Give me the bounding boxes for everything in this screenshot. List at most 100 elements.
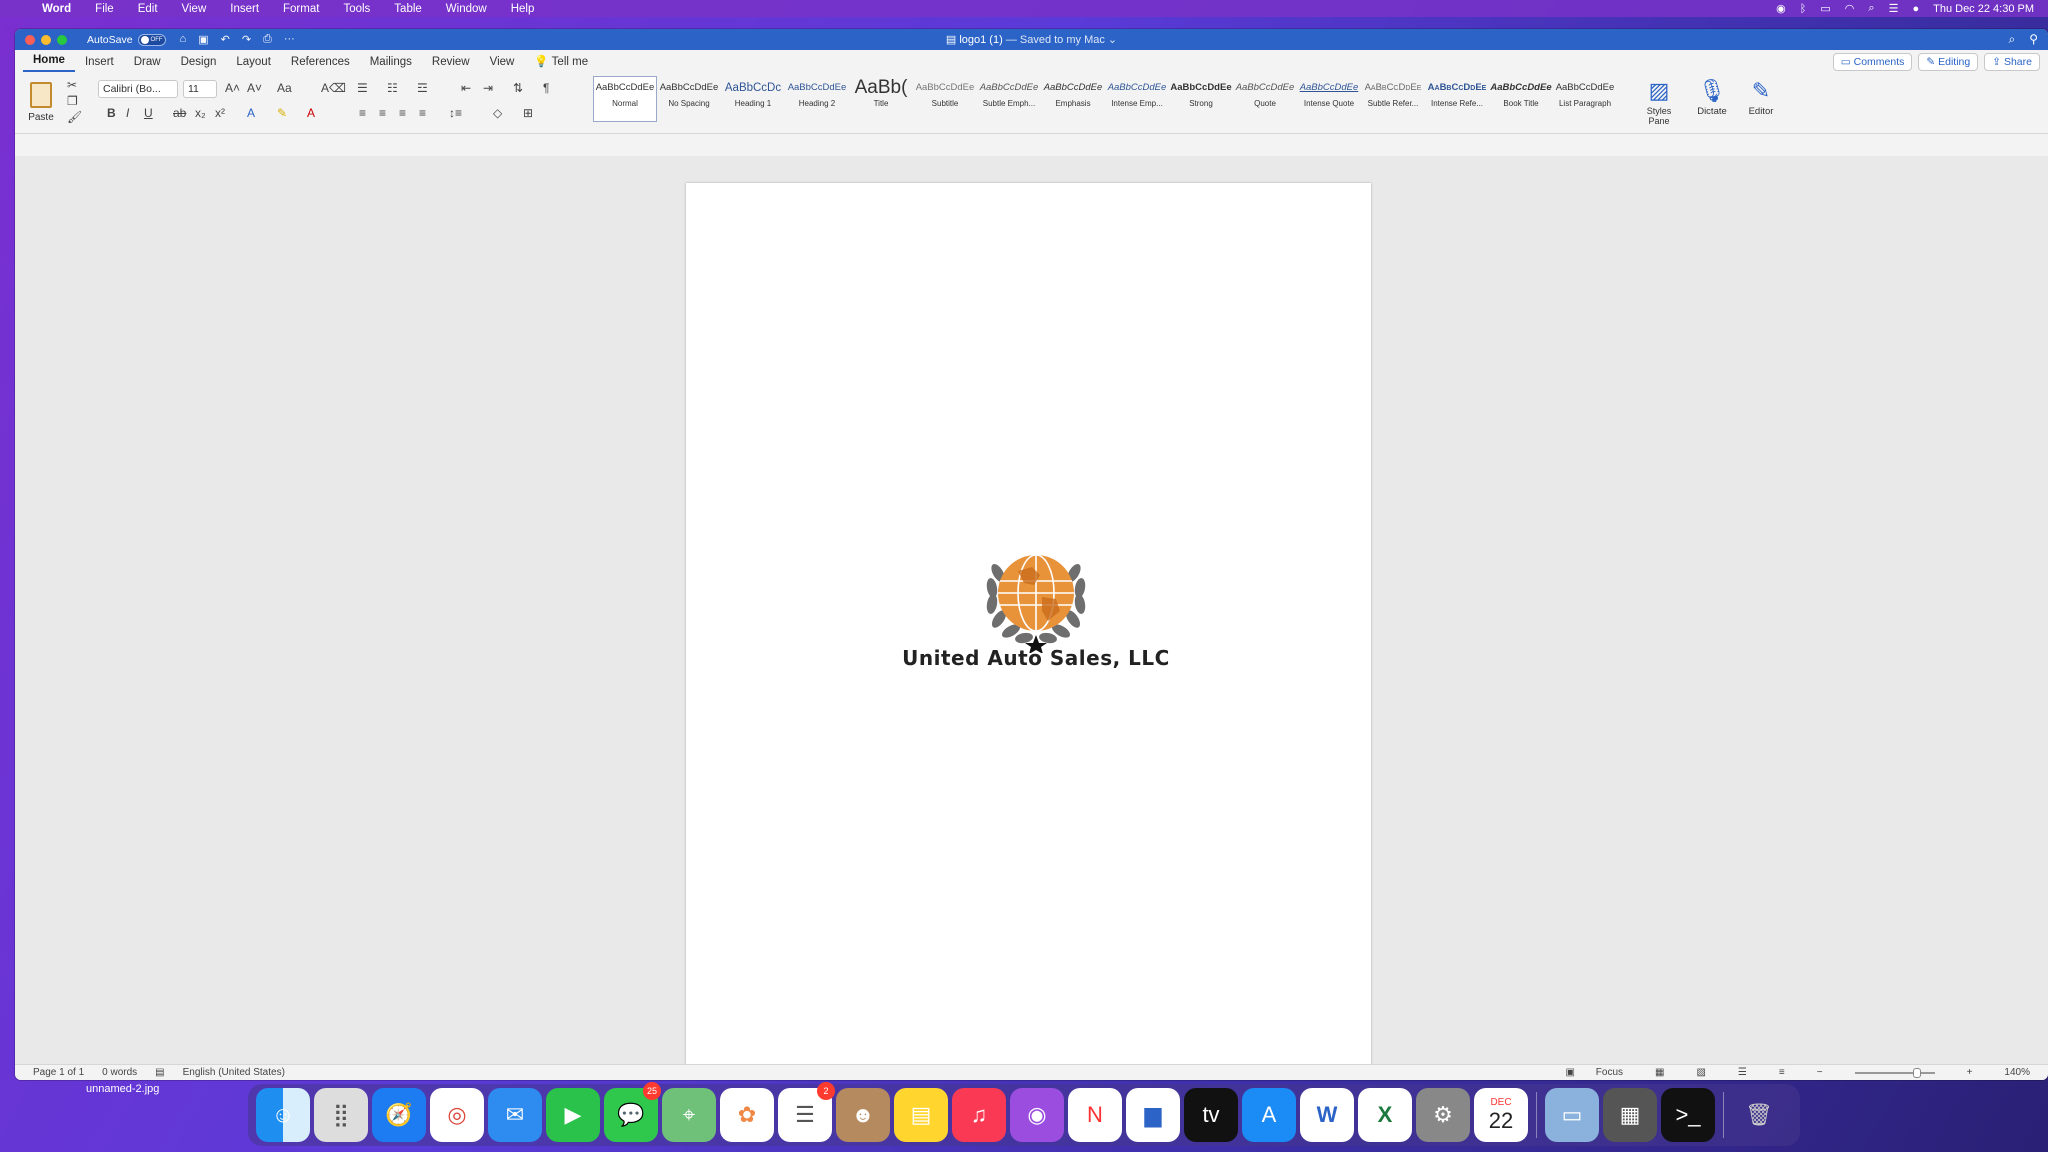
align-center-icon[interactable]: ≡ <box>379 106 386 120</box>
superscript-icon[interactable]: x² <box>215 106 225 120</box>
draft-view-icon[interactable]: ≡ <box>1779 1067 1785 1078</box>
zoom-level[interactable]: 140% <box>2004 1067 2030 1078</box>
tab-insert[interactable]: Insert <box>75 56 124 72</box>
comments-button[interactable]: ▭ Comments <box>1832 53 1913 71</box>
redo-icon[interactable]: ↷ <box>242 33 251 46</box>
focus-button[interactable]: ▣ Focus <box>1548 1067 1623 1078</box>
notes-icon[interactable]: ▤ <box>894 1088 948 1142</box>
decrease-indent-icon[interactable]: ⇤ <box>461 81 471 95</box>
control-center-icon[interactable]: ☰ <box>1889 2 1899 15</box>
highlight-icon[interactable]: ✎ <box>277 106 287 120</box>
shrink-font-icon[interactable]: A˅ <box>247 81 262 95</box>
style-normal[interactable]: AaBbCcDdEe Normal <box>593 76 657 122</box>
preview-icon[interactable]: ▭ <box>1545 1088 1599 1142</box>
justify-icon[interactable]: ≡ <box>419 106 426 120</box>
menu-file[interactable]: File <box>83 3 126 15</box>
word-count[interactable]: 0 words <box>102 1067 137 1078</box>
align-left-icon[interactable]: ≡ <box>359 106 366 120</box>
style-emphasis[interactable]: AaBbCcDdEe Emphasis <box>1041 76 1105 122</box>
news-icon[interactable]: N <box>1068 1088 1122 1142</box>
finder-icon[interactable]: ☺ <box>256 1088 310 1142</box>
outline-view-icon[interactable]: ☰ <box>1738 1067 1747 1078</box>
align-right-icon[interactable]: ≡ <box>399 106 406 120</box>
calculator-icon[interactable]: ▦ <box>1603 1088 1657 1142</box>
style-subtle-emphasis[interactable]: AaBbCcDdEe Subtle Emph... <box>977 76 1041 122</box>
zoom-out-icon[interactable]: − <box>1817 1067 1823 1078</box>
bold-icon[interactable]: B <box>107 106 116 120</box>
tab-home[interactable]: Home <box>23 54 75 72</box>
style-subtle-reference[interactable]: AaBbCcDdEe Subtle Refer... <box>1361 76 1425 122</box>
system-settings-icon[interactable]: ⚙ <box>1416 1088 1470 1142</box>
tab-view[interactable]: View <box>480 56 525 72</box>
save-icon[interactable]: ▣ <box>198 33 208 46</box>
tab-references[interactable]: References <box>281 56 360 72</box>
menu-app-name[interactable]: Word <box>34 3 83 15</box>
tab-mailings[interactable]: Mailings <box>360 56 422 72</box>
text-effects-icon[interactable]: A <box>247 106 255 120</box>
menu-format[interactable]: Format <box>271 3 331 15</box>
zoom-button[interactable] <box>57 34 67 45</box>
style-book-title[interactable]: AaBbCcDdEe Book Title <box>1489 76 1553 122</box>
style-title[interactable]: AaBb(Title <box>849 76 913 122</box>
safari-icon[interactable]: 🧭 <box>372 1088 426 1142</box>
bluetooth-icon[interactable]: ᛒ <box>1800 3 1807 15</box>
chrome-icon[interactable]: ◎ <box>430 1088 484 1142</box>
wifi-icon[interactable]: ◠ <box>1845 2 1855 15</box>
photos-icon[interactable]: ✿ <box>720 1088 774 1142</box>
bullets-icon[interactable]: ☰ <box>357 81 368 95</box>
clear-format-icon[interactable]: A⌫ <box>321 81 346 95</box>
print-icon[interactable]: ⎙ <box>263 33 272 46</box>
menu-window[interactable]: Window <box>434 3 499 15</box>
home-icon[interactable]: ⌂ <box>180 33 187 46</box>
search-icon[interactable]: ⌕ <box>2008 32 2015 47</box>
tab-draw[interactable]: Draw <box>124 56 171 72</box>
reminders-icon[interactable]: ☰ 2 <box>778 1082 835 1142</box>
screen-record-icon[interactable]: ◉ <box>1776 2 1786 15</box>
tab-review[interactable]: Review <box>422 56 480 72</box>
zoom-in-icon[interactable]: + <box>1967 1067 1973 1078</box>
line-spacing-icon[interactable]: ↕≡ <box>449 106 462 120</box>
web-layout-icon[interactable]: ▧ <box>1696 1067 1705 1078</box>
proofing-icon[interactable]: ▤ <box>155 1067 164 1078</box>
menu-view[interactable]: View <box>170 3 219 15</box>
font-size-select[interactable]: 11 <box>183 80 217 98</box>
tab-layout[interactable]: Layout <box>226 56 281 72</box>
italic-icon[interactable]: I <box>126 106 129 120</box>
tell-me[interactable]: 💡 Tell me <box>524 54 598 72</box>
change-case-icon[interactable]: Aa <box>277 81 292 95</box>
style-subtitle[interactable]: AaBbCcDdEe Subtitle <box>913 76 977 122</box>
paste-button[interactable]: Paste <box>23 76 59 123</box>
copy-icon[interactable]: ❐ <box>67 94 78 108</box>
menu-insert[interactable]: Insert <box>218 3 271 15</box>
style-quote[interactable]: AaBbCcDdEe Quote <box>1233 76 1297 122</box>
facetime-icon[interactable]: ▶ <box>546 1088 600 1142</box>
keyboard-icon[interactable]: ▭ <box>1820 2 1830 15</box>
menu-edit[interactable]: Edit <box>126 3 170 15</box>
grow-font-icon[interactable]: A˄ <box>225 81 240 95</box>
style-list-paragraph[interactable]: AaBbCcDdEe List Paragraph <box>1553 76 1617 122</box>
siri-icon[interactable]: ● <box>1912 3 1919 15</box>
autosave-toggle[interactable]: OFF <box>137 33 166 46</box>
document-page[interactable]: United Auto Sales, LLC <box>686 183 1371 1071</box>
style-no-spacing[interactable]: AaBbCcDdEe No Spacing <box>657 76 721 122</box>
shading-icon[interactable]: ◇ <box>493 106 502 120</box>
style-intense-reference[interactable]: AaBbCcDdEe Intense Refe... <box>1425 76 1489 122</box>
borders-icon[interactable]: ⊞ <box>523 106 533 120</box>
cut-icon[interactable]: ✂ <box>67 78 77 92</box>
share-button[interactable]: ⇪ Share <box>1984 53 2040 71</box>
styles-pane-button[interactable]: ▨ Styles Pane <box>1639 78 1679 126</box>
page-count[interactable]: Page 1 of 1 <box>33 1067 84 1078</box>
calendar-icon[interactable]: DEC 22 <box>1474 1088 1528 1142</box>
tab-design[interactable]: Design <box>171 56 227 72</box>
dictate-button[interactable]: 🎙 Dictate <box>1691 78 1733 117</box>
style-intense-quote[interactable]: AaBbCcDdEe Intense Quote <box>1297 76 1361 122</box>
company-logo[interactable]: United Auto Sales, LLC <box>896 543 1176 683</box>
numbering-icon[interactable]: ☷ <box>387 81 398 95</box>
podcasts-icon[interactable]: ◉ <box>1010 1088 1064 1142</box>
editing-button[interactable]: ✎ Editing <box>1918 53 1979 71</box>
pilcrow-icon[interactable]: ¶ <box>543 81 549 95</box>
terminal-icon[interactable]: >_ <box>1661 1088 1715 1142</box>
document-canvas[interactable]: United Auto Sales, LLC <box>15 156 2048 1071</box>
maps-icon[interactable]: ⌖ <box>662 1088 716 1142</box>
more-icon[interactable]: ··· <box>284 33 295 46</box>
